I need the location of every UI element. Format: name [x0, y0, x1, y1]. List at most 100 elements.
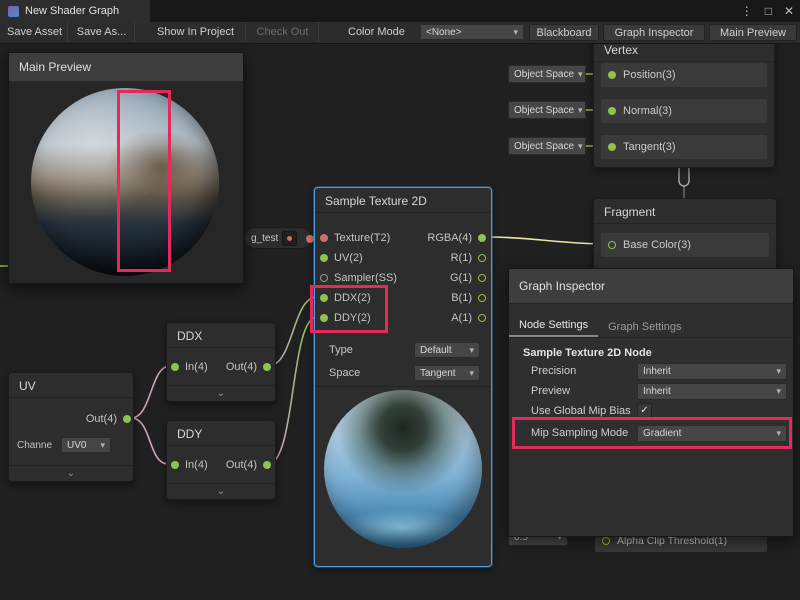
- graph-inspector-panel[interactable]: Graph Inspector Node Settings Graph Sett…: [508, 268, 794, 537]
- space-dropdown[interactable]: Tangent ▾: [414, 365, 480, 381]
- port-label: In(4): [185, 459, 208, 471]
- uv-out-port[interactable]: Out(4): [86, 411, 131, 427]
- position-space-dropdown[interactable]: Object Space ▾: [508, 65, 586, 83]
- dropdown-value: Tangent: [420, 368, 456, 379]
- channel-dropdown[interactable]: UV0 ▾: [61, 437, 111, 453]
- show-in-project-button[interactable]: Show In Project: [146, 22, 246, 42]
- port-dot-icon[interactable]: [478, 294, 486, 302]
- output-port-b[interactable]: B(1): [451, 290, 486, 306]
- port-dot-icon[interactable]: [608, 143, 616, 151]
- port-label: G(1): [450, 272, 472, 284]
- ddy-collapse-button[interactable]: ⌄: [167, 483, 275, 499]
- collapse-chevron-icon: ⌄: [217, 487, 225, 497]
- port-dot-icon[interactable]: [263, 461, 271, 469]
- uv-node[interactable]: UV Out(4) Channe UV0 ▾ ⌄: [8, 372, 134, 482]
- port-dot-icon[interactable]: [171, 461, 179, 469]
- dropdown-arrow-icon: ▾: [776, 428, 781, 439]
- port-dot-icon[interactable]: [478, 234, 486, 242]
- graph-inspector-title[interactable]: Graph Inspector: [509, 269, 793, 304]
- port-dot-icon[interactable]: [123, 415, 131, 423]
- ddx-in-port[interactable]: In(4): [171, 359, 208, 375]
- main-preview-toggle-button[interactable]: Main Preview: [709, 24, 797, 41]
- shader-graph-toolbar: Save Asset Save As... Show In Project Ch…: [0, 22, 800, 44]
- main-preview-title[interactable]: Main Preview: [9, 53, 243, 82]
- tab-graph-settings[interactable]: Graph Settings: [598, 318, 691, 337]
- blackboard-toggle-button[interactable]: Blackboard: [529, 24, 599, 41]
- inspector-section-title: Sample Texture 2D Node: [523, 347, 652, 359]
- port-dot-icon[interactable]: [608, 107, 616, 115]
- port-dot-icon[interactable]: [320, 314, 328, 322]
- port-dot-icon[interactable]: [602, 537, 610, 545]
- tangent-space-dropdown[interactable]: Object Space ▾: [508, 137, 586, 155]
- tab-node-settings[interactable]: Node Settings: [509, 316, 598, 337]
- global-mip-bias-checkbox[interactable]: ✓: [637, 403, 652, 418]
- port-dot-icon[interactable]: [263, 363, 271, 371]
- save-asset-button[interactable]: Save Asset: [2, 22, 68, 42]
- precision-dropdown[interactable]: Inherit ▾: [637, 363, 787, 380]
- port-label: RGBA(4): [427, 232, 472, 244]
- dropdown-arrow-icon: ▾: [776, 366, 781, 377]
- input-port-sampler[interactable]: Sampler(SS): [320, 270, 397, 286]
- property-node-g-test[interactable]: g_test: [244, 227, 312, 249]
- dropdown-value: <None>: [426, 27, 462, 38]
- main-preview-body: [9, 81, 243, 283]
- uv-collapse-button[interactable]: ⌄: [9, 465, 133, 481]
- port-label: DDY(2): [334, 312, 371, 324]
- save-as-button[interactable]: Save As...: [69, 22, 135, 42]
- vertex-node[interactable]: Vertex Position(3) Normal(3) Tangent(3): [593, 36, 775, 168]
- input-port-texture[interactable]: Texture(T2): [320, 230, 390, 246]
- document-tab[interactable]: New Shader Graph: [0, 0, 150, 22]
- ddx-collapse-button[interactable]: ⌄: [167, 385, 275, 401]
- mip-sampling-mode-dropdown[interactable]: Gradient ▾: [637, 425, 787, 442]
- ddx-out-port[interactable]: Out(4): [226, 359, 271, 375]
- input-port-ddx[interactable]: DDX(2): [320, 290, 371, 306]
- texture-object-field[interactable]: [282, 231, 297, 246]
- output-port-rgba[interactable]: RGBA(4): [427, 230, 486, 246]
- property-output-port[interactable]: [306, 235, 314, 243]
- ddy-in-port[interactable]: In(4): [171, 457, 208, 473]
- port-dot-icon[interactable]: [320, 274, 328, 282]
- main-preview-sphere: [31, 88, 219, 276]
- document-tab-title: New Shader Graph: [25, 5, 119, 17]
- graph-inspector-toggle-button[interactable]: Graph Inspector: [603, 24, 705, 41]
- normal-space-dropdown[interactable]: Object Space ▾: [508, 101, 586, 119]
- port-dot-icon[interactable]: [478, 314, 486, 322]
- main-preview-panel[interactable]: Main Preview: [8, 52, 244, 284]
- port-dot-icon[interactable]: [320, 254, 328, 262]
- fragment-port-basecolor[interactable]: Base Color(3): [601, 233, 769, 257]
- port-label: Out(4): [86, 413, 117, 425]
- type-dropdown[interactable]: Default ▾: [414, 342, 480, 358]
- channel-label: Channe: [17, 440, 52, 451]
- port-dot-icon[interactable]: [320, 294, 328, 302]
- wire-rgba-to-basecolor[interactable]: [488, 237, 606, 244]
- port-dot-icon[interactable]: [478, 274, 486, 282]
- output-port-r[interactable]: R(1): [451, 250, 486, 266]
- port-dot-icon[interactable]: [478, 254, 486, 262]
- ddx-node[interactable]: DDX In(4) Out(4) ⌄: [166, 322, 276, 402]
- vertex-port-tangent[interactable]: Tangent(3): [601, 135, 767, 159]
- wire-uv-to-ddy[interactable]: [131, 418, 168, 464]
- maximize-button[interactable]: □: [765, 4, 772, 18]
- node-divider: [315, 386, 491, 387]
- dropdown-arrow-icon: ▾: [469, 345, 474, 356]
- input-port-uv[interactable]: UV(2): [320, 250, 363, 266]
- dropdown-arrow-icon: ▾: [469, 368, 474, 379]
- port-dot-icon[interactable]: [608, 241, 616, 249]
- port-label: Out(4): [226, 459, 257, 471]
- ddy-node[interactable]: DDY In(4) Out(4) ⌄: [166, 420, 276, 500]
- output-port-a[interactable]: A(1): [451, 310, 486, 326]
- port-dot-icon[interactable]: [171, 363, 179, 371]
- preview-dropdown[interactable]: Inherit ▾: [637, 383, 787, 400]
- sample-texture-2d-node[interactable]: Sample Texture 2D Texture(T2) UV(2) Samp…: [314, 187, 492, 567]
- color-mode-dropdown[interactable]: <None> ▾: [420, 24, 524, 40]
- wire-uv-to-ddx[interactable]: [131, 366, 170, 418]
- output-port-g[interactable]: G(1): [450, 270, 486, 286]
- vertex-port-position[interactable]: Position(3): [601, 63, 767, 87]
- input-port-ddy[interactable]: DDY(2): [320, 310, 371, 326]
- port-dot-icon[interactable]: [320, 234, 328, 242]
- more-menu-button[interactable]: ⋮: [741, 4, 753, 18]
- port-dot-icon[interactable]: [608, 71, 616, 79]
- vertex-port-normal[interactable]: Normal(3): [601, 99, 767, 123]
- close-button[interactable]: ✕: [784, 4, 794, 18]
- ddy-out-port[interactable]: Out(4): [226, 457, 271, 473]
